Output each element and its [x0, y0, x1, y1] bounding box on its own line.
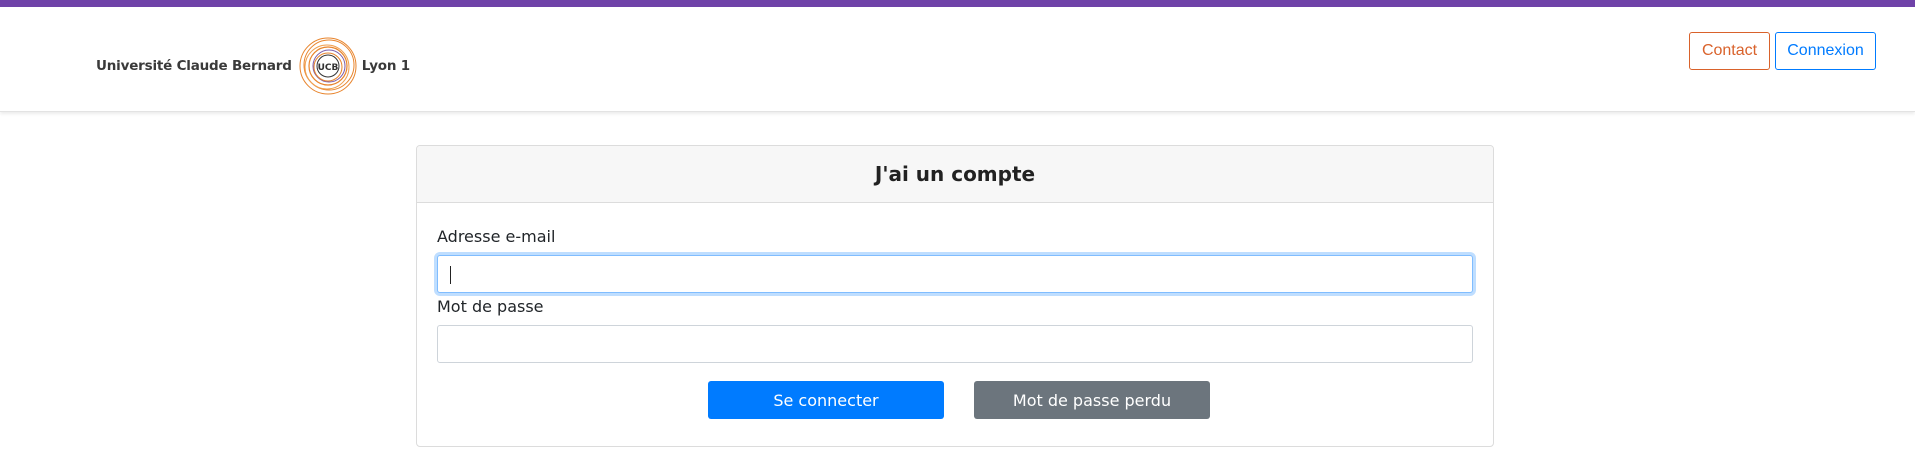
login-button[interactable]: Connexion — [1775, 32, 1876, 70]
nav-actions: Contact Connexion — [1689, 32, 1876, 70]
sign-in-button[interactable]: Se connecter — [708, 381, 944, 419]
brand-logo[interactable]: Université Claude Bernard UCB Lyon 1 — [96, 27, 410, 105]
email-field[interactable] — [437, 255, 1473, 293]
email-label: Adresse e-mail — [437, 227, 556, 246]
contact-button[interactable]: Contact — [1689, 32, 1770, 70]
seal-monogram: UCB — [317, 63, 338, 73]
university-seal-icon: UCB — [298, 36, 358, 96]
password-label: Mot de passe — [437, 297, 544, 316]
login-card-title: J'ai un compte — [417, 146, 1493, 203]
top-accent-stripe — [0, 0, 1915, 7]
navbar: Université Claude Bernard UCB Lyon 1 Con… — [0, 7, 1915, 112]
forgot-password-button[interactable]: Mot de passe perdu — [974, 381, 1210, 419]
brand-name-left: Université Claude Bernard — [96, 58, 292, 74]
password-field[interactable] — [437, 325, 1473, 363]
text-caret — [450, 266, 451, 284]
brand-name-right: Lyon 1 — [361, 58, 410, 74]
login-card: J'ai un compte Adresse e-mail Mot de pas… — [416, 145, 1494, 447]
